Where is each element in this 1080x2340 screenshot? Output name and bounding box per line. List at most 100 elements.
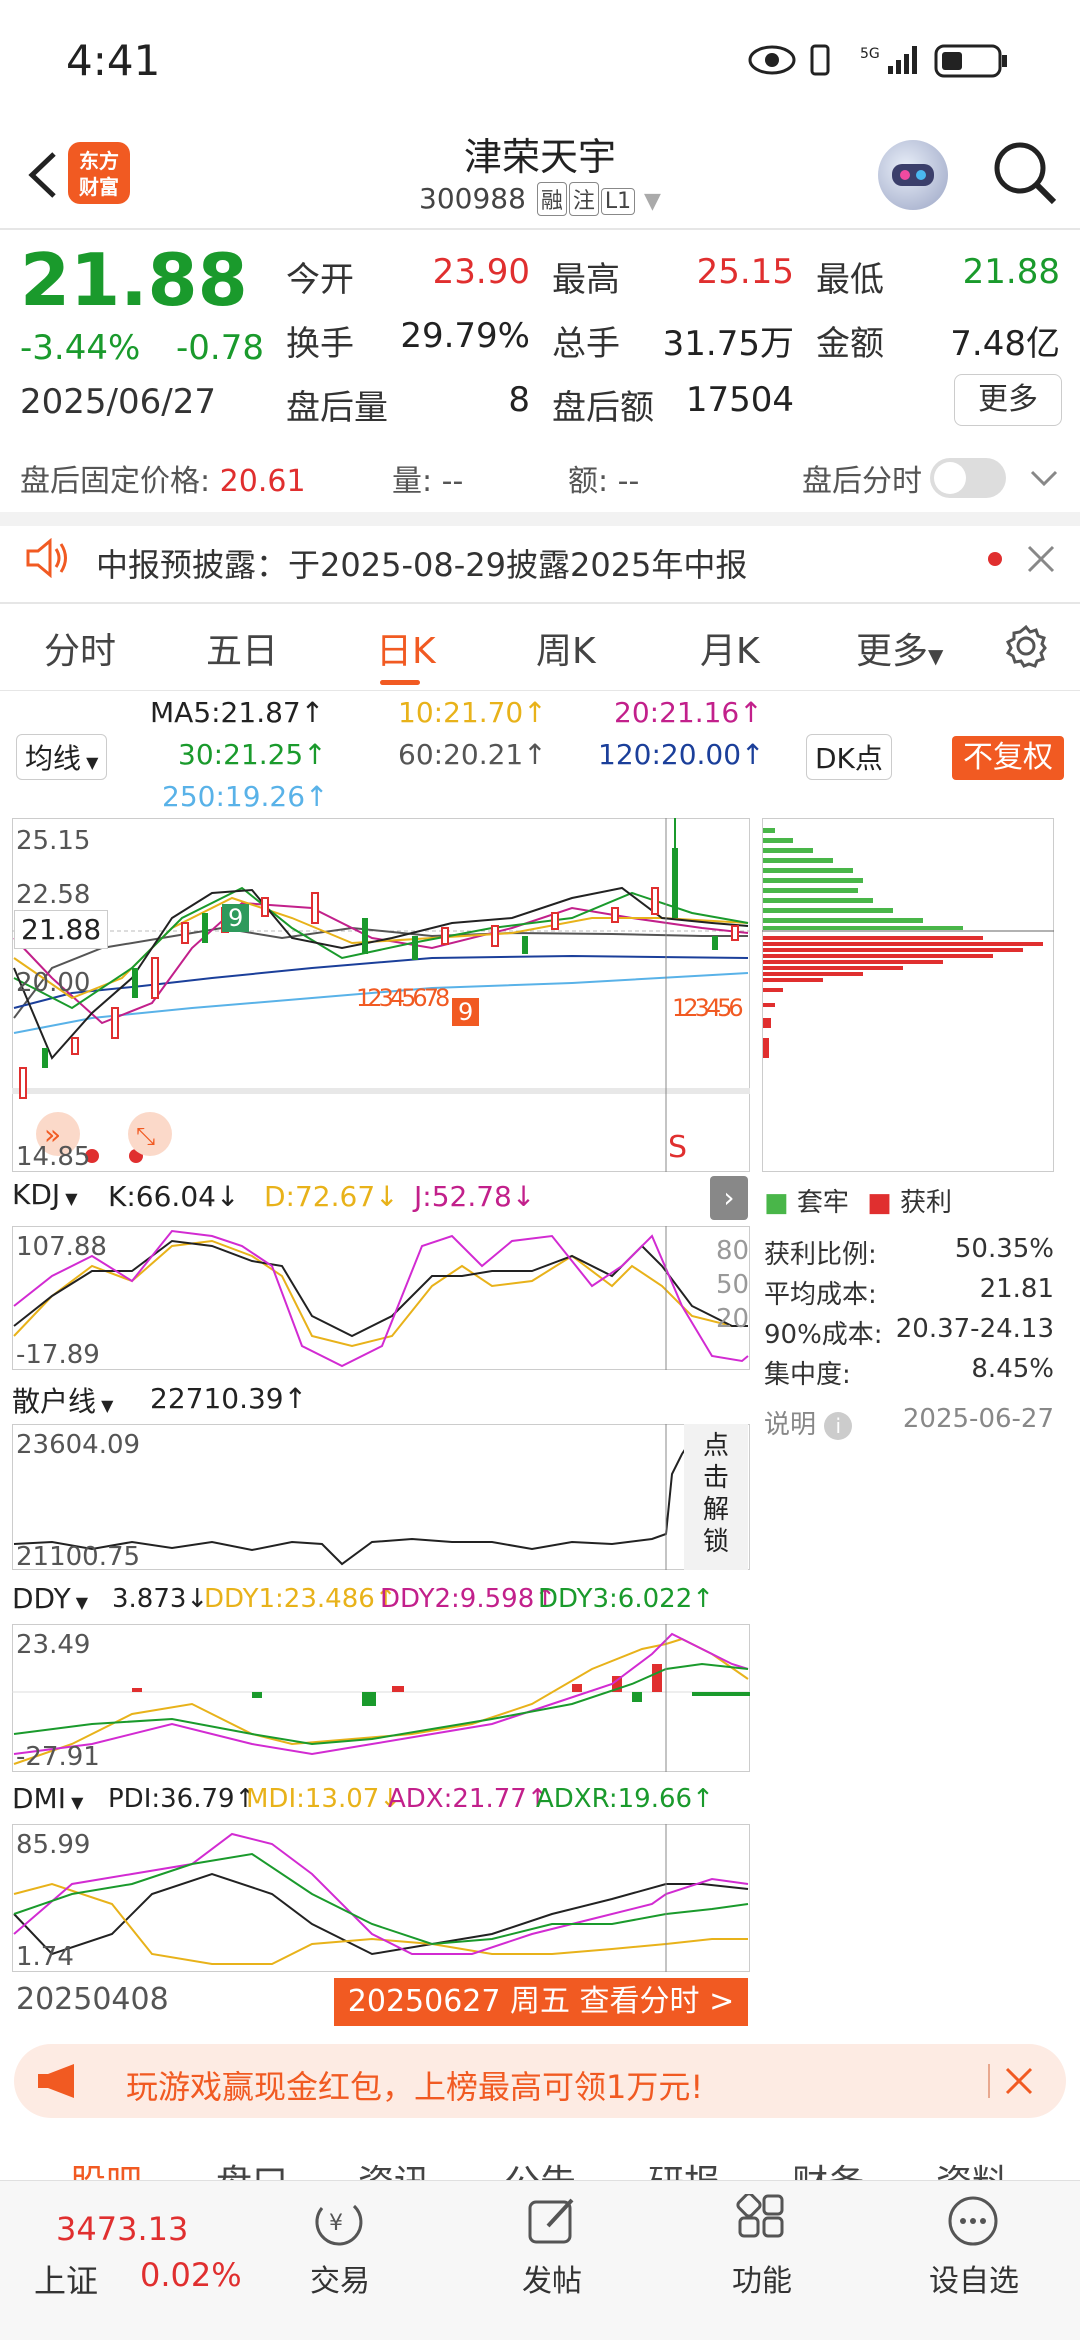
dmi-max: 85.99 [16, 1830, 91, 1860]
dropdown-triangle-icon: ▼ [644, 189, 661, 214]
td-seq-nine: 9 [452, 998, 480, 1026]
tag-registered: 注 [568, 182, 599, 216]
value-open: 23.90 [432, 252, 530, 292]
dmi-mdi: MDI:13.07↓ [246, 1784, 402, 1814]
kdj-min: -17.89 [16, 1340, 100, 1370]
search-icon[interactable] [990, 138, 1060, 208]
index-value[interactable]: 3473.13 [56, 2210, 188, 2248]
retail-line-selector[interactable]: 散户线 ▼ [12, 1380, 114, 1420]
dmi-min: 1.74 [16, 1942, 74, 1972]
dk-point-button[interactable]: DK点 [806, 734, 892, 780]
kline-y-max: 25.15 [16, 826, 91, 856]
gear-icon[interactable] [1004, 624, 1048, 668]
more-dots-icon[interactable] [946, 2194, 1000, 2248]
sub-tab-bar[interactable]: 股吧 盘口 资讯 公告 研报 财务 资料 [0, 2140, 1080, 2180]
divider [988, 2064, 990, 2098]
label-after-vol: 盘后量 [286, 388, 388, 428]
chip-concentration-value: 8.45% [971, 1354, 1054, 1384]
nav-post[interactable]: 发帖 [492, 2256, 612, 2300]
assistant-robot-icon[interactable] [878, 140, 948, 210]
label-open: 今开 [286, 260, 354, 300]
stock-code: 300988 [419, 182, 526, 215]
subtab-announcements[interactable]: 公告 [504, 2154, 576, 2180]
function-grid-icon[interactable] [736, 2194, 790, 2248]
trade-yen-icon[interactable]: ¥ [312, 2196, 368, 2248]
ma20-value: 20:21.16↑ [614, 696, 763, 729]
ddy-value: 3.873↓ [112, 1584, 209, 1614]
no-adjust-button[interactable]: 不复权 [952, 736, 1064, 780]
after-hours-volume: 量: -- [392, 464, 464, 499]
chip-90-cost-label: 90%成本: [764, 1320, 883, 1350]
promo-text[interactable]: 玩游戏赢现金红包，上榜最高可领1万元! [126, 2062, 703, 2108]
kdj-tick-50: 50 [716, 1270, 750, 1300]
td-seq-lower-b: 123456 [672, 994, 744, 1022]
tab-more[interactable]: 更多▼ [856, 622, 943, 674]
label-turnover: 换手 [286, 324, 354, 364]
tab-timeshare[interactable]: 分时 [44, 622, 116, 674]
kdj-d: D:72.67↓ [264, 1180, 399, 1213]
view-timeshare-button[interactable]: 20250627 周五 查看分时 > [334, 1978, 748, 2026]
ma30-value: 30:21.25↑ [178, 738, 327, 771]
current-price-marker: 21.88 [14, 910, 109, 949]
chip-legend: ■ 套牢 ■ 获利 [764, 1188, 952, 1218]
kdj-tick-80: 80 [716, 1236, 750, 1266]
chip-90-cost-value: 20.37-24.13 [895, 1314, 1054, 1344]
tab-weekly-k[interactable]: 周K [536, 622, 596, 674]
status-bar: 4:41 5G [0, 0, 1080, 120]
subtab-profile[interactable]: 资料 [936, 2154, 1008, 2180]
subtab-reports[interactable]: 研报 [648, 2154, 720, 2180]
after-hours-amount: 额: -- [568, 464, 640, 499]
subtab-news[interactable]: 资讯 [358, 2154, 430, 2180]
svg-text:⤡: ⤡ [136, 1122, 155, 1150]
dmi-adx: ADX:21.77↑ [388, 1784, 549, 1814]
dmi-chart [12, 1824, 750, 1972]
ddy-selector[interactable]: DDY ▼ [12, 1582, 89, 1615]
retail-min: 21100.75 [16, 1542, 141, 1572]
subtab-guba[interactable]: 股吧 [70, 2154, 142, 2180]
tag-l1: L1 [600, 188, 636, 215]
subtab-finance[interactable]: 财务 [792, 2154, 864, 2180]
value-after-vol: 8 [508, 380, 530, 420]
label-amount: 金额 [816, 324, 884, 364]
kdj-j: J:52.78↓ [414, 1180, 536, 1213]
subtab-pankou[interactable]: 盘口 [216, 2154, 288, 2180]
close-icon[interactable] [1026, 544, 1056, 574]
index-name[interactable]: 上证 [34, 2256, 98, 2302]
after-hours-toggle[interactable] [930, 458, 1006, 498]
status-icons: 5G [748, 44, 1007, 78]
value-amount: 7.48亿 [950, 324, 1060, 364]
chip-profit-ratio-label: 获利比例: [764, 1240, 877, 1270]
post-edit-icon[interactable] [526, 2194, 580, 2248]
tab-daily-k[interactable]: 日K [376, 622, 436, 674]
chip-note[interactable]: 说明 i [764, 1404, 853, 1441]
label-after-amt: 盘后额 [552, 388, 654, 428]
more-button[interactable]: 更多 [954, 374, 1062, 426]
ddy-chart [12, 1624, 750, 1772]
ma5-value: MA5:21.87↑ [150, 696, 325, 729]
chevron-down-icon[interactable] [1030, 468, 1058, 488]
dmi-selector[interactable]: DMI ▼ [12, 1782, 84, 1815]
nav-add-watchlist[interactable]: 设自选 [912, 2256, 1036, 2300]
chevron-right-icon[interactable]: › [710, 1176, 748, 1220]
ddy3-value: DDY3:6.022↑ [538, 1584, 715, 1614]
megaphone-icon [38, 2064, 74, 2098]
kdj-selector[interactable]: KDJ ▼ [12, 1178, 78, 1211]
nav-function[interactable]: 功能 [702, 2256, 822, 2300]
divider [0, 228, 1080, 230]
ddy-max: 23.49 [16, 1630, 91, 1660]
notice-text[interactable]: 中报预披露：于2025-08-29披露2025年中报 [96, 540, 747, 586]
tab-five-day[interactable]: 五日 [206, 622, 278, 674]
ma-selector[interactable]: 均线 ▼ [16, 734, 108, 780]
tab-monthly-k[interactable]: 月K [700, 622, 760, 674]
value-after-amt: 17504 [685, 380, 794, 420]
close-icon[interactable] [1004, 2066, 1034, 2096]
value-volume: 31.75万 [662, 324, 794, 364]
unlock-button[interactable]: 点击解锁 [684, 1424, 748, 1570]
nav-trade[interactable]: 交易 [280, 2256, 400, 2300]
label-low: 最低 [816, 260, 884, 300]
svg-text:¥: ¥ [329, 2211, 343, 2236]
ddy-min: -27.91 [16, 1742, 100, 1772]
kline-y-min: 14.85 [16, 1142, 91, 1172]
ma10-value: 10:21.70↑ [398, 696, 547, 729]
index-pct[interactable]: 0.02% [140, 2256, 242, 2294]
